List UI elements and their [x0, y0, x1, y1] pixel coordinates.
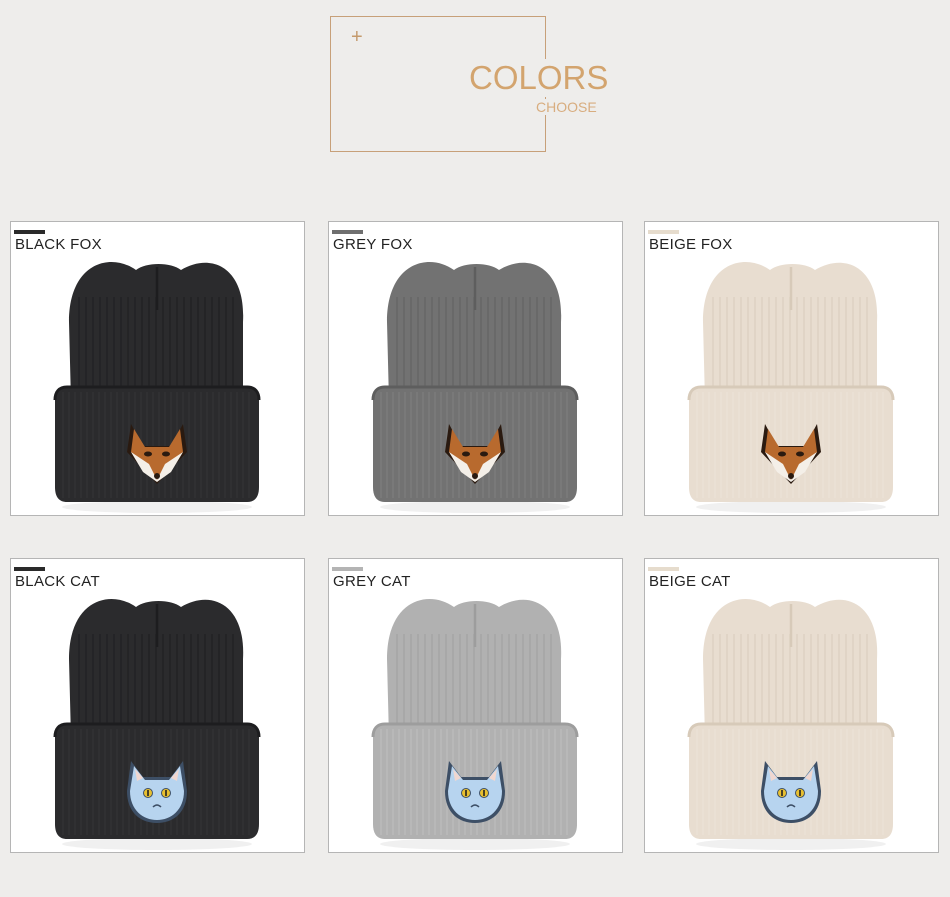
product-card-black-fox[interactable]: BLACK FOX — [10, 221, 305, 516]
product-label: GREY CAT — [333, 573, 411, 590]
beanie-image — [371, 261, 579, 513]
product-card-beige-cat[interactable]: BEIGE CAT — [644, 558, 939, 853]
plus-icon: + — [351, 26, 363, 48]
product-label: BEIGE FOX — [649, 236, 733, 253]
color-swatch-bar — [14, 230, 45, 234]
color-swatch-bar — [648, 567, 679, 571]
colors-header: + COLORS CHOOSE — [330, 16, 609, 152]
beanie-image — [687, 598, 895, 850]
beanie-image — [371, 598, 579, 850]
header-title: COLORS — [467, 59, 609, 97]
beanie-image — [687, 261, 895, 513]
color-swatch-bar — [332, 230, 363, 234]
product-label: BLACK FOX — [15, 236, 102, 253]
product-label: GREY FOX — [333, 236, 413, 253]
header-subtitle: CHOOSE — [536, 99, 597, 115]
beanie-image — [53, 598, 261, 850]
color-swatch-bar — [648, 230, 679, 234]
color-swatch-bar — [14, 567, 45, 571]
product-card-grey-fox[interactable]: GREY FOX — [328, 221, 623, 516]
color-swatch-bar — [332, 567, 363, 571]
product-label: BEIGE CAT — [649, 573, 731, 590]
product-label: BLACK CAT — [15, 573, 100, 590]
beanie-image — [53, 261, 261, 513]
product-card-beige-fox[interactable]: BEIGE FOX — [644, 221, 939, 516]
product-card-grey-cat[interactable]: GREY CAT — [328, 558, 623, 853]
product-card-black-cat[interactable]: BLACK CAT — [10, 558, 305, 853]
